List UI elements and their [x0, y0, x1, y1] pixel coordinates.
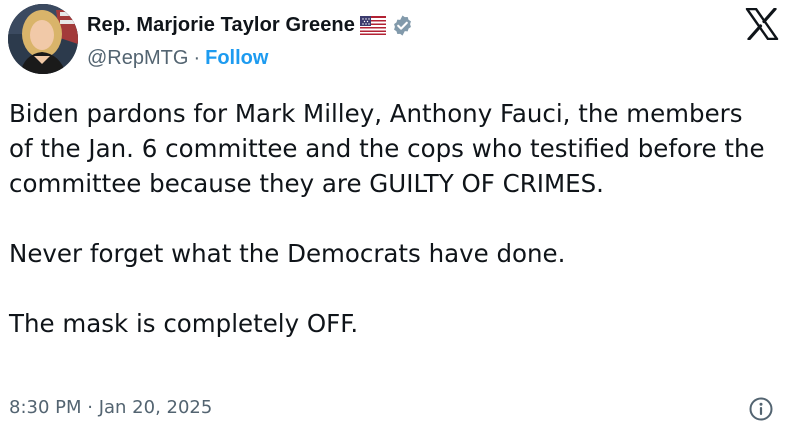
tweet-timestamp[interactable]: 8:30 PM · Jan 20, 2025	[9, 397, 212, 418]
tweet-paragraph: Never forget what the Democrats have don…	[9, 239, 566, 268]
us-flag-icon	[359, 15, 386, 35]
tweet-paragraph: Biden pardons for Mark Milley, Anthony F…	[9, 99, 765, 198]
profile-photo	[8, 4, 78, 74]
tweet-paragraph: The mask is completely OFF.	[9, 309, 359, 338]
avatar[interactable]	[8, 4, 78, 74]
separator-dot: ·	[193, 46, 201, 69]
info-icon[interactable]	[748, 396, 774, 422]
handle-row: @RepMTG · Follow	[87, 45, 268, 71]
tweet-body: Biden pardons for Mark Milley, Anthony F…	[9, 96, 769, 341]
x-logo-icon[interactable]	[745, 8, 779, 40]
display-name[interactable]: Rep. Marjorie Taylor Greene	[87, 14, 355, 37]
author-name-row: Rep. Marjorie Taylor Greene	[87, 11, 414, 39]
author-handle[interactable]: @RepMTG	[87, 47, 188, 70]
verified-badge-icon	[394, 14, 411, 36]
follow-button[interactable]: Follow	[205, 47, 268, 70]
